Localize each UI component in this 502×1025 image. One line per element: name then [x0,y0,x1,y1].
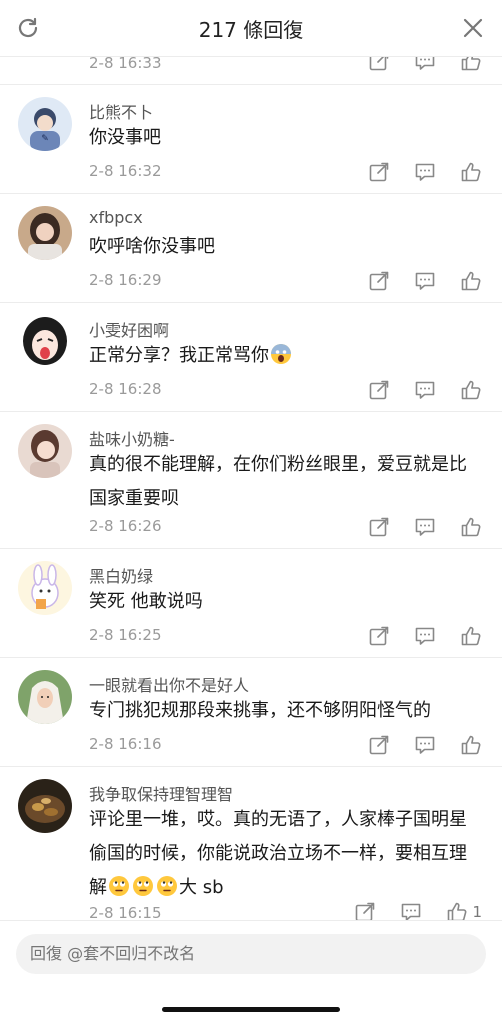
comment-text: 你没事吧 [89,127,161,148]
share-icon[interactable] [368,56,390,72]
close-icon[interactable] [462,17,484,39]
svg-text:✎: ✎ [41,134,49,144]
comment-text: 正常分享？我正常骂你 [89,345,269,366]
comment-text: 笑死 他敢说吗 [89,591,203,612]
avatar[interactable]: ✎ [18,97,72,151]
page-title: 217 條回復 [198,18,304,42]
comment-author[interactable]: 比熊不卜 [89,99,153,123]
share-icon[interactable] [368,379,390,401]
comment-icon[interactable] [414,379,436,401]
comment-author[interactable]: 我争取保持理智理智 [89,781,233,805]
share-icon[interactable] [368,625,390,647]
comment-text: 真的很不能理解，在你们粉丝眼里，爱豆就是比国家重要呗 [89,454,467,509]
comment-author[interactable]: 黑白奶绿 [89,563,153,587]
header: 217 條回復 [0,0,502,57]
avatar[interactable] [18,206,72,260]
comment-time: 2-8 16:32 [89,162,162,180]
avatar[interactable] [18,424,72,478]
share-icon[interactable] [368,270,390,292]
avatar[interactable] [18,779,72,833]
comment-item: 黑白奶绿 笑死 他敢说吗 2-8 16:25 [0,549,502,658]
like-icon[interactable] [460,625,482,647]
rolling-eyes-emoji-icon [132,875,154,897]
comment-time: 2-8 16:29 [89,271,162,289]
avatar[interactable] [18,315,72,369]
rolling-eyes-emoji-icon [156,875,178,897]
like-count: 1 [472,903,482,921]
comment-time: 2-8 16:28 [89,380,162,398]
comment-time: 2-8 16:26 [89,517,162,535]
avatar[interactable] [18,670,72,724]
partial-comment: 2-8 16:33 [0,56,502,85]
comment-text-row: 正常分享？我正常骂你 [89,339,479,373]
comment-item: 小雯好困啊 正常分享？我正常骂你 2-8 16:28 [0,303,502,412]
comment-text-row: 评论里一堆，哎。真的无语了，人家棒子国明星偷国的时候，你能说政治立场不一样，要相… [89,803,479,905]
comment-item: ✎ 比熊不卜 你没事吧 2-8 16:32 [0,85,502,194]
comment-author[interactable]: xfbpcx [89,208,143,227]
like-icon[interactable] [460,379,482,401]
share-icon[interactable] [368,161,390,183]
comment-icon[interactable] [414,270,436,292]
like-icon[interactable] [460,734,482,756]
comment-icon[interactable] [414,56,436,72]
comment-text: 专门挑犯规那段来挑事，还不够阴阳怪气的 [89,700,431,721]
comment-icon[interactable] [414,734,436,756]
comment-icon[interactable] [414,161,436,183]
rolling-eyes-emoji-icon [108,875,130,897]
comment-text: 大 sb [179,877,224,898]
comment-time: 2-8 16:33 [89,56,162,72]
avatar[interactable] [18,561,72,615]
reply-input[interactable] [16,934,486,974]
comment-icon[interactable] [414,516,436,538]
comment-author[interactable]: 一眼就看出你不是好人 [89,672,249,696]
like-icon[interactable] [460,161,482,183]
comment-text: 吹呼啥你没事吧 [89,236,215,257]
reply-bar [0,920,502,1025]
share-icon[interactable] [368,516,390,538]
home-indicator [162,1007,340,1012]
comment-icon[interactable] [414,625,436,647]
comment-item: 盐味小奶糖- 真的很不能理解，在你们粉丝眼里，爱豆就是比国家重要呗 2-8 16… [0,412,502,549]
comment-time: 2-8 16:16 [89,735,162,753]
like-icon[interactable] [460,516,482,538]
comment-author[interactable]: 小雯好困啊 [89,317,169,341]
like-icon[interactable] [460,56,482,72]
comment-author[interactable]: 盐味小奶糖- [89,426,175,450]
comment-item: 一眼就看出你不是好人 专门挑犯规那段来挑事，还不够阴阳怪气的 2-8 16:16 [0,658,502,767]
share-icon[interactable] [368,734,390,756]
scared-face-emoji-icon [270,343,292,365]
like-icon[interactable] [460,270,482,292]
comment-item: xfbpcx 吹呼啥你没事吧 2-8 16:29 [0,194,502,303]
comment-item: 我争取保持理智理智 评论里一堆，哎。真的无语了，人家棒子国明星偷国的时候，你能说… [0,767,502,922]
comment-time: 2-8 16:25 [89,626,162,644]
